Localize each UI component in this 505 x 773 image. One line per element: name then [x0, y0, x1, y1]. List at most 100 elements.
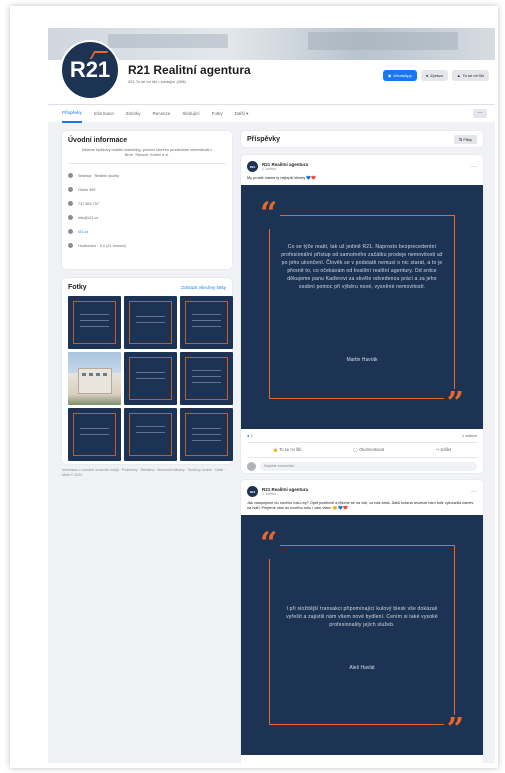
intro-row-label[interactable]: info@r21.cz — [78, 216, 98, 220]
see-all-photos-link[interactable]: Zobrazit všechny fotky — [181, 285, 226, 290]
share-action-label: Sdílet — [440, 447, 452, 452]
text-line — [136, 316, 165, 317]
text-line — [192, 314, 221, 315]
web-icon — [68, 229, 73, 234]
text-line — [192, 376, 221, 377]
website-link[interactable]: r21.cz — [78, 230, 88, 234]
post-avatar[interactable]: R21 — [247, 161, 258, 172]
photo-thumb[interactable] — [124, 408, 177, 461]
text-line — [192, 326, 221, 327]
post-date[interactable]: 1. května — [262, 492, 308, 496]
text-line — [136, 372, 165, 373]
tab-reviews[interactable]: Recenze — [153, 105, 171, 123]
text-line — [80, 314, 109, 315]
quote-author: Aleš Havlát — [349, 665, 375, 671]
photos-card: Fotky Zobrazit všechny fotky — [62, 278, 233, 464]
photo-thumb[interactable] — [180, 352, 233, 405]
post-date[interactable]: 1. května — [262, 167, 308, 171]
like-action-label: To se mi líbí — [279, 447, 302, 452]
building-image — [78, 368, 112, 394]
whatsapp-icon: ◉ — [387, 73, 392, 78]
tab-more[interactable]: Další ▾ — [235, 105, 249, 123]
quote-frame — [269, 545, 455, 725]
tab-posts[interactable]: Příspěvky — [62, 105, 82, 123]
text-line — [136, 432, 165, 433]
post-text: Jak vstupujeme do nového roku my? Opět p… — [247, 501, 474, 510]
tab-about[interactable]: Informace — [94, 105, 114, 123]
quote-image[interactable]: “ ” I při složitější transakci připomína… — [241, 515, 483, 755]
facebook-page: R21 R21 Realitní agentura 201 To se mi l… — [48, 28, 495, 763]
photo-thumb[interactable] — [180, 408, 233, 461]
thumb-icon: ▲ — [456, 73, 461, 78]
location-icon — [68, 187, 73, 192]
photo-thumb-building[interactable] — [68, 352, 121, 405]
page-subtitle: 201 To se mi líbí • sledující (458) — [128, 79, 186, 84]
photos-title: Fotky — [68, 284, 87, 291]
post-card: R21 R21 Realitní agentura 1. května ··· … — [241, 155, 483, 473]
posts-title: Příspěvky — [247, 135, 281, 143]
like-reaction-icon: ● — [247, 433, 250, 438]
share-action[interactable]: ↪ Sdílet — [436, 447, 451, 453]
photo-thumb[interactable] — [180, 296, 233, 349]
footer-links[interactable]: Informace o ochraně osobních údajů · Pod… — [62, 468, 232, 478]
text-line — [136, 426, 165, 427]
post-header: R21 R21 Realitní agentura 1. května ··· — [247, 486, 477, 497]
post-meta: R21 Realitní agentura 1. května — [262, 487, 308, 496]
comment-input[interactable]: Napište komentář... — [260, 462, 477, 471]
post-avatar[interactable]: R21 — [247, 486, 258, 497]
reaction-count[interactable]: ● 2 — [247, 433, 253, 438]
intro-row-email: info@r21.cz — [68, 215, 226, 220]
phone-icon — [68, 201, 73, 206]
comment-action[interactable]: ◯ Okomentovat — [353, 447, 384, 453]
page-title: R21 Realitní agentura — [128, 63, 251, 77]
tab-mentions[interactable]: Zmínky — [126, 105, 141, 123]
share-count[interactable]: 1 sdílení — [462, 433, 477, 438]
reaction-number: 2 — [250, 433, 253, 438]
quote-text: Co se týče realit, tak už jedině R21. Na… — [281, 244, 443, 290]
filter-button[interactable]: ⇅ Filtry — [453, 134, 477, 144]
photo-thumb[interactable] — [124, 352, 177, 405]
message-label: Zpráva — [430, 73, 443, 78]
logo-text: R21 — [69, 57, 111, 82]
page-tabs: Příspěvky Informace Zmínky Recenze Sledu… — [48, 104, 495, 123]
photo-thumb[interactable] — [124, 296, 177, 349]
close-quote-icon: ” — [443, 389, 467, 419]
quote-image[interactable]: “ ” Co se týče realit, tak už jedině R21… — [241, 185, 483, 429]
intro-row-label: 737 863 757 — [78, 201, 100, 206]
comment-action-label: Okomentovat — [359, 447, 384, 452]
like-action[interactable]: 👍 To se mi líbí — [273, 447, 302, 453]
tab-followers[interactable]: Sledující — [182, 105, 199, 123]
whatsapp-button[interactable]: ◉ WhatsApp — [382, 70, 417, 81]
more-options-button[interactable]: ··· — [473, 109, 487, 118]
page-header: R21 R21 Realitní agentura 201 To se mi l… — [48, 40, 495, 123]
post-text: My prostě máme ty nejlepší klienty 💙❤️ — [247, 176, 316, 180]
page-logo[interactable]: R21 — [60, 40, 120, 100]
intro-row-address: Okrès 495 — [68, 187, 226, 192]
post-options-icon[interactable]: ··· — [471, 164, 477, 170]
intro-row-phone: 737 863 757 — [68, 201, 226, 206]
photo-thumb[interactable] — [68, 296, 121, 349]
text-line — [192, 428, 221, 429]
quote-text: I při složitější transakci připomínající… — [286, 606, 438, 628]
photos-header: Fotky Zobrazit všechny fotky — [68, 284, 226, 291]
intro-row-rating: Hodnocení · 5,0 (21 recenzí) — [68, 243, 226, 248]
post-options-icon[interactable]: ··· — [471, 489, 477, 495]
photo-thumb[interactable] — [68, 408, 121, 461]
text-line — [80, 434, 109, 435]
text-line — [192, 440, 221, 441]
intro-row-category: Stránka · Realitní služby — [68, 173, 226, 178]
tab-photos[interactable]: Fotky — [212, 105, 223, 123]
intro-row-label: Stránka · Realitní služby — [78, 173, 120, 178]
user-avatar — [247, 462, 256, 471]
comment-row: Napište komentář... — [247, 462, 477, 471]
intro-row-label: Hodnocení · 5,0 (21 recenzí) — [78, 243, 127, 248]
like-button[interactable]: ▲ To se mi líbí — [451, 70, 489, 81]
intro-description: Děláme špičkový realitní marketing, pomo… — [68, 148, 226, 164]
open-quote-icon: “ — [257, 529, 281, 559]
text-line — [80, 326, 109, 327]
text-line — [136, 378, 165, 379]
intro-title: Úvodní informace — [68, 137, 128, 144]
text-line — [192, 370, 221, 371]
message-button[interactable]: ● Zpráva — [420, 70, 448, 81]
intro-card: Úvodní informace Děláme špičkový realitn… — [62, 131, 232, 269]
